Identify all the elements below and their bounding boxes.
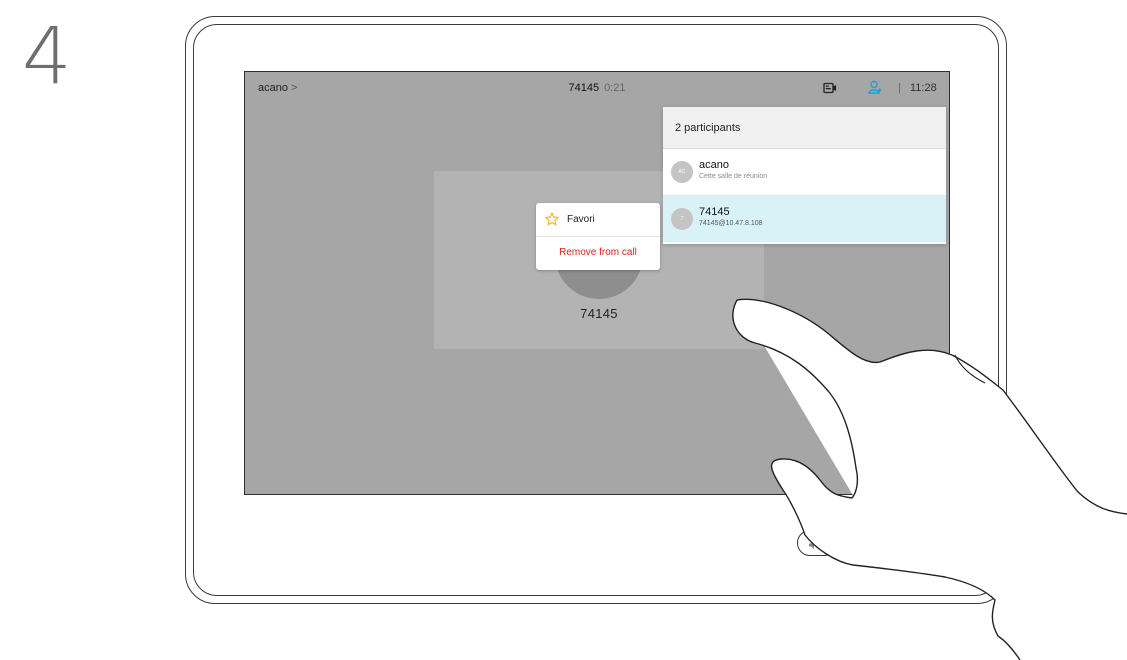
pointing-hand-illustration [732,298,1127,660]
